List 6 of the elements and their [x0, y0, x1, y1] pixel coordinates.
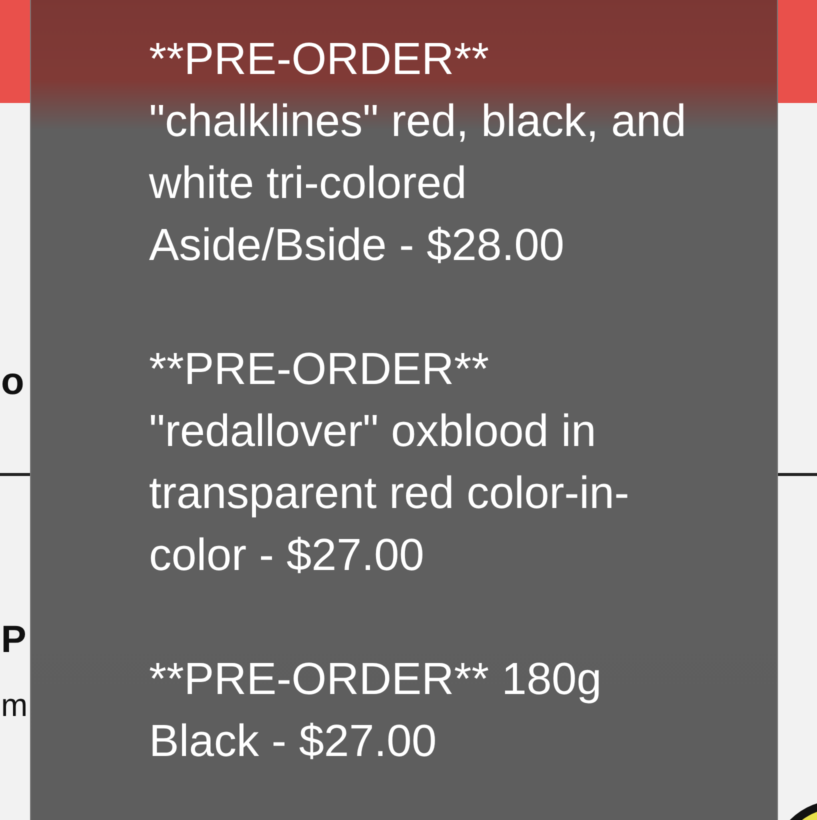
body-text: m — [1, 689, 29, 721]
picker-option[interactable]: **PRE-ORDER** "chalklines" red, black, and white tri-colored Aside/Bside - $28.00 — [149, 28, 699, 276]
heading-text: P — [1, 621, 28, 659]
picker-option[interactable]: **PRE-ORDER** "redallover" oxblood in transparent red color-in-color - $27.00 — [149, 338, 699, 586]
picker-option[interactable]: **PRE-ORDER** 180g Black - $27.00 — [149, 648, 699, 772]
heading-text: o — [1, 363, 26, 401]
